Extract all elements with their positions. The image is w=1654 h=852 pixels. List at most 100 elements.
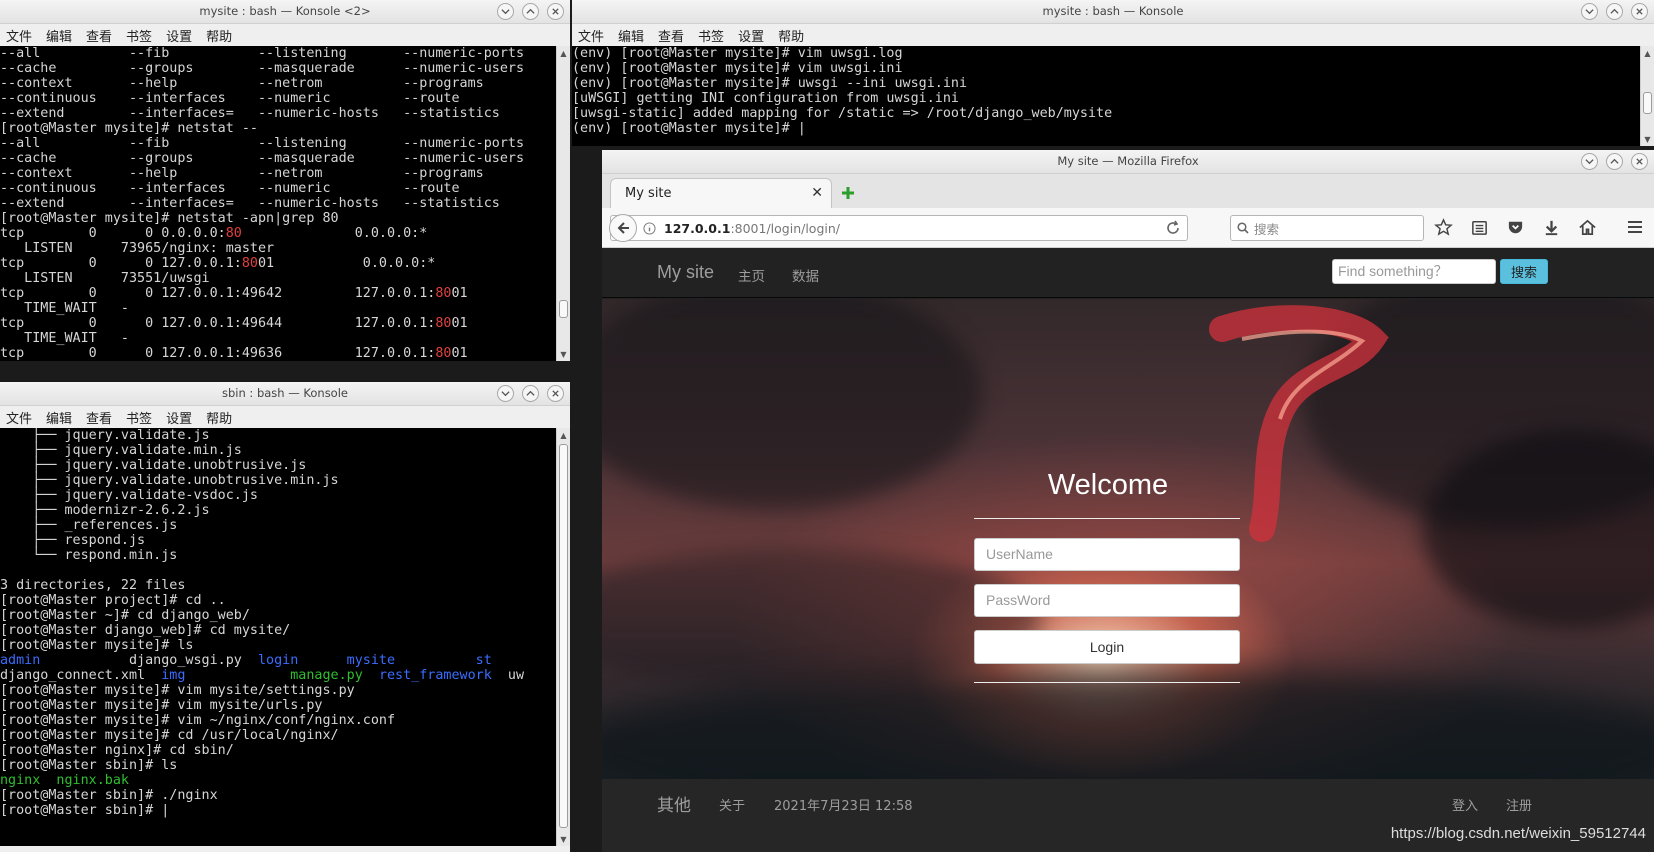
menu-file[interactable]: 文件	[6, 26, 32, 45]
scroll-up-arrow[interactable]: ▲	[1641, 46, 1654, 60]
back-button[interactable]	[609, 214, 637, 242]
menu-edit[interactable]: 编辑	[618, 26, 644, 45]
terminal-line: LISTEN 73965/nginx: master	[0, 241, 275, 256]
scroll-thumb[interactable]	[559, 300, 568, 318]
scroll-thumb[interactable]	[559, 444, 568, 828]
tab-label: My site	[625, 186, 672, 201]
terminal-line: --continuous --interfaces --numeric --ro…	[0, 181, 460, 196]
terminal-line: [root@Master sbin]# |	[0, 803, 170, 818]
maximize-button[interactable]	[522, 385, 539, 402]
menu-help[interactable]: 帮助	[206, 26, 232, 45]
username-input[interactable]: UserName	[974, 538, 1240, 571]
menu-view[interactable]: 查看	[658, 26, 684, 45]
scroll-thumb[interactable]	[1643, 92, 1652, 114]
scrollbar[interactable]: ▲ ▼	[556, 46, 570, 361]
site-search-button[interactable]: 搜索	[1500, 259, 1548, 284]
menu-settings[interactable]: 设置	[166, 408, 192, 427]
bookmark-star-icon[interactable]	[1434, 218, 1453, 237]
menu-file[interactable]: 文件	[578, 26, 604, 45]
terminal-line: [root@Master mysite]# cd /usr/local/ngin…	[0, 728, 339, 743]
close-button[interactable]	[547, 3, 564, 20]
site-brand[interactable]: My site	[657, 262, 714, 283]
search-icon	[1237, 222, 1249, 234]
site-search-input[interactable]: Find something？	[1332, 259, 1496, 284]
footer-brand[interactable]: 其他	[657, 791, 691, 816]
browser-search-input[interactable]: 搜索	[1230, 215, 1424, 241]
url-text[interactable]: 127.0.0.1:8001/login/login/	[664, 221, 840, 236]
divider-top	[974, 518, 1240, 519]
scrollbar[interactable]: ▲ ▼	[1640, 46, 1654, 146]
scroll-up-arrow[interactable]: ▲	[557, 428, 570, 442]
tab-my-site[interactable]: My site ✕	[610, 178, 832, 208]
scrollbar[interactable]: ▲ ▼	[556, 428, 570, 846]
terminal-output[interactable]: (env) [root@Master mysite]# vim uwsgi.lo…	[572, 46, 1640, 146]
close-icon	[552, 8, 559, 15]
hamburger-menu-icon[interactable]	[1626, 219, 1644, 235]
close-button[interactable]	[547, 385, 564, 402]
tab-close-icon[interactable]: ✕	[811, 185, 823, 201]
terminal-output[interactable]: --all --fib --listening --numeric-ports -…	[0, 46, 556, 361]
scroll-down-arrow[interactable]: ▼	[557, 347, 570, 361]
url-bar[interactable]: 127.0.0.1:8001/login/login/	[609, 214, 1188, 242]
home-icon[interactable]	[1578, 218, 1597, 237]
login-button[interactable]: Login	[974, 630, 1240, 664]
titlebar[interactable]: My site — Mozilla Firefox	[602, 150, 1654, 174]
menu-edit[interactable]: 编辑	[46, 408, 72, 427]
menu-edit[interactable]: 编辑	[46, 26, 72, 45]
terminal-line: ├── jquery.validate-vsdoc.js	[0, 488, 258, 503]
minimize-button[interactable]	[497, 385, 514, 402]
terminal-line: --extend --interfaces= --numeric-hosts -…	[0, 196, 500, 211]
footer-register-link[interactable]: 注册	[1506, 795, 1532, 814]
maximize-button[interactable]	[1606, 153, 1623, 170]
info-icon[interactable]	[643, 221, 656, 235]
chevron-up-icon	[526, 8, 535, 14]
terminal-line: (env) [root@Master mysite]# |	[572, 121, 806, 136]
menu-view[interactable]: 查看	[86, 408, 112, 427]
footer-about-link[interactable]: 关于	[719, 795, 745, 814]
terminal-line: --context --help --netrom --programs	[0, 76, 484, 91]
scroll-up-arrow[interactable]: ▲	[557, 46, 570, 60]
menu-bookmarks[interactable]: 书签	[126, 26, 152, 45]
nav-data[interactable]: 数据	[792, 265, 819, 285]
titlebar[interactable]: mysite : bash — Konsole	[572, 0, 1654, 24]
maximize-button[interactable]	[1606, 3, 1623, 20]
password-input[interactable]: PassWord	[974, 584, 1240, 617]
menu-help[interactable]: 帮助	[206, 408, 232, 427]
terminal-line: [root@Master nginx]# cd sbin/	[0, 743, 234, 758]
close-button[interactable]	[1631, 3, 1648, 20]
titlebar[interactable]: sbin : bash — Konsole	[0, 382, 570, 406]
menu-help[interactable]: 帮助	[778, 26, 804, 45]
footer-login-link[interactable]: 登入	[1452, 795, 1478, 814]
terminal-line: TIME_WAIT -	[0, 331, 129, 346]
menu-bookmarks[interactable]: 书签	[698, 26, 724, 45]
terminal-line: --context --help --netrom --programs	[0, 166, 484, 181]
minimize-button[interactable]	[1581, 153, 1598, 170]
konsole-window-top-right: mysite : bash — Konsole 文件 编辑 查看 书签 设置 帮…	[572, 0, 1654, 146]
minimize-button[interactable]	[1581, 3, 1598, 20]
scroll-down-arrow[interactable]: ▼	[1641, 132, 1654, 146]
bookmarks-library-icon[interactable]	[1470, 218, 1489, 237]
nav-home[interactable]: 主页	[738, 265, 765, 285]
terminal-line: └── respond.min.js	[0, 548, 178, 563]
hero-background: Welcome UserName PassWord Login	[602, 299, 1654, 779]
search-placeholder: 搜索	[1254, 221, 1280, 237]
close-button[interactable]	[1631, 153, 1648, 170]
new-tab-icon[interactable]	[840, 185, 856, 201]
menu-file[interactable]: 文件	[6, 408, 32, 427]
terminal-line: [root@Master mysite]# ls	[0, 638, 194, 653]
terminal-output[interactable]: ├── jquery.validate.js ├── jquery.valida…	[0, 428, 556, 846]
pocket-icon[interactable]	[1506, 218, 1525, 237]
scroll-down-arrow[interactable]: ▼	[557, 832, 570, 846]
menu-settings[interactable]: 设置	[166, 26, 192, 45]
divider-bottom	[974, 682, 1240, 683]
maximize-button[interactable]	[522, 3, 539, 20]
firefox-window: My site — Mozilla Firefox My site ✕ 127.…	[602, 150, 1654, 852]
menu-bookmarks[interactable]: 书签	[126, 408, 152, 427]
reload-icon[interactable]	[1165, 220, 1181, 236]
menu-settings[interactable]: 设置	[738, 26, 764, 45]
download-icon[interactable]	[1542, 218, 1561, 237]
minimize-button[interactable]	[497, 3, 514, 20]
terminal-line: ├── respond.js	[0, 533, 146, 548]
menu-view[interactable]: 查看	[86, 26, 112, 45]
titlebar[interactable]: mysite : bash — Konsole <2>	[0, 0, 570, 24]
